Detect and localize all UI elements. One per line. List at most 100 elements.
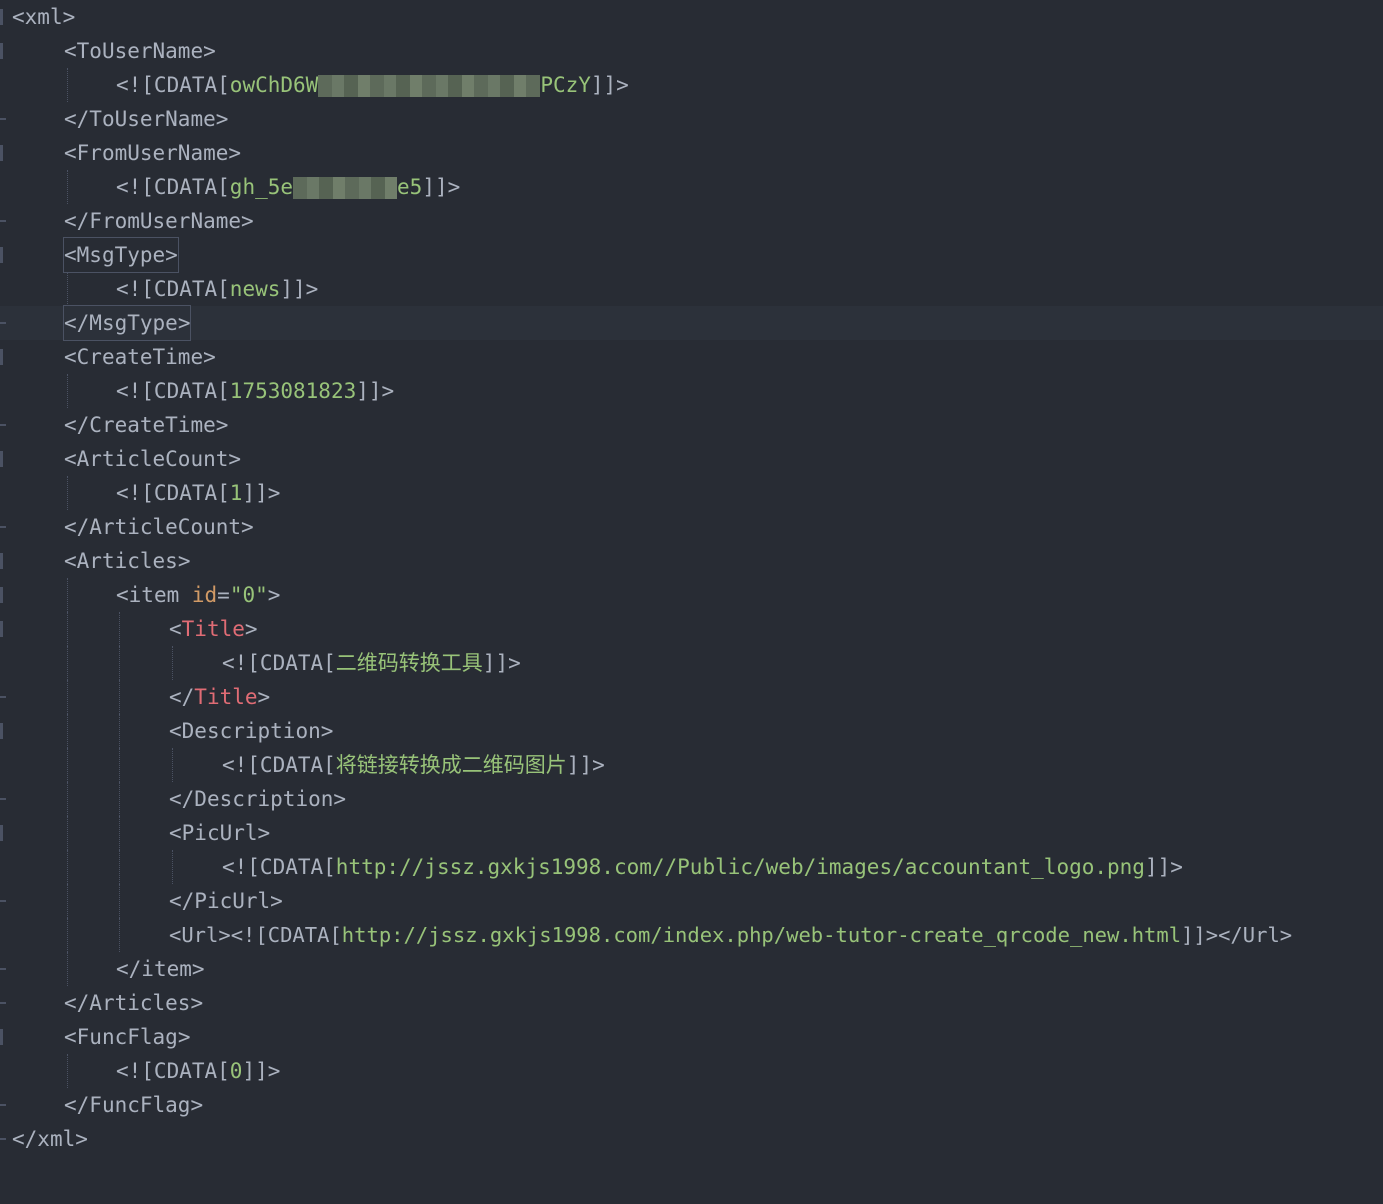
code-line[interactable]: </xml> [0,1122,1383,1156]
code-line[interactable]: <PicUrl> [0,816,1383,850]
code-editor[interactable]: <xml> <ToUserName> <![CDATA[owChD6W PCzY]… [0,0,1383,1204]
cdata-close: ]]> [1144,855,1183,879]
code-line[interactable]: <![CDATA[1]]> [0,476,1383,510]
code-line[interactable]: </PicUrl> [0,884,1383,918]
code-line[interactable]: <Articles> [0,544,1383,578]
code-line[interactable]: </Articles> [0,986,1383,1020]
tag-close-bracket: > [75,1127,88,1151]
tag-name: item [141,957,192,981]
cdata-value: gh_5e [229,175,294,199]
cdata-open: <![CDATA[ [222,651,336,675]
code-line[interactable]: </Description> [0,782,1383,816]
code-line[interactable]: </CreateTime> [0,408,1383,442]
fold-marker[interactable] [0,451,3,467]
tag-name: ToUserName [76,39,204,63]
code-line[interactable]: <![CDATA[0]]> [0,1054,1383,1088]
tag-open-bracket: </ [169,889,195,913]
redaction-mosaic [293,177,398,199]
fold-marker[interactable] [0,621,3,637]
tag-close-bracket: > [215,413,229,437]
code-line-current[interactable]: </MsgType> [0,305,1383,341]
cdata-close: ]]> [280,277,319,301]
tag-name: item [128,583,192,607]
fold-end-marker [0,900,6,902]
fold-marker[interactable] [0,723,3,739]
code-line[interactable]: <item id="0"> [0,578,1383,612]
code-line[interactable]: </ArticleCount> [0,510,1383,544]
code-line[interactable]: <Description> [0,714,1383,748]
tag-close-bracket: > [228,447,242,471]
code-line[interactable]: </Title> [0,680,1383,714]
code-line[interactable]: </ToUserName> [0,102,1383,136]
code-line[interactable]: <![CDATA[news]]> [0,272,1383,306]
tag-open-bracket: < [116,583,129,607]
indent-guide [67,68,68,102]
tag-open-bracket: </ [169,787,195,811]
cdata-close: ]]> [356,379,395,403]
fold-marker[interactable] [0,43,3,59]
code-line[interactable]: <FuncFlag> [0,1020,1383,1054]
code-line[interactable]: <CreateTime> [0,340,1383,374]
code-line[interactable]: </item> [0,952,1383,986]
indent-guide [67,680,68,714]
code-line[interactable]: <![CDATA[1753081823]]> [0,374,1383,408]
indent-guide [119,680,120,714]
tag-open-bracket: </ [64,1093,90,1117]
code-line[interactable]: <FromUserName> [0,136,1383,170]
tag-close-bracket: > [191,957,205,981]
tag-open-bracket: </ [64,311,90,335]
indent-guide [119,612,120,646]
tag-close-bracket: > [228,141,242,165]
tag-name: PicUrl [181,821,258,845]
code-line[interactable]: <xml> [0,0,1383,34]
code-line[interactable]: <Title> [0,612,1383,646]
fold-marker[interactable] [0,247,3,263]
fold-end-marker [0,1104,6,1106]
tag-open-bracket: < [64,549,77,573]
indent-guide [119,884,120,918]
tag-open-bracket: </ [64,107,90,131]
cdata-close: ]]> [590,73,629,97]
fold-marker[interactable] [0,825,3,841]
code-line[interactable]: <MsgType> [0,237,1383,273]
cdata-close: ]]> [566,753,605,777]
code-line[interactable]: </FromUserName> [0,204,1383,238]
tag-name: FromUserName [89,209,242,233]
tag-name: xml [37,1127,76,1151]
code-line[interactable]: <![CDATA[http://jssz.gxkjs1998.com//Publ… [0,850,1383,884]
fold-marker[interactable] [0,1029,3,1045]
code-line[interactable]: <![CDATA[owChD6W PCzY]]> [0,68,1383,102]
cdata-open: <Url><![CDATA[ [169,923,342,947]
code-line[interactable]: <ToUserName> [0,34,1383,68]
code-line[interactable]: </FuncFlag> [0,1088,1383,1122]
tag-name: FromUserName [76,141,229,165]
tag-name: Title [194,685,258,709]
tag-close-bracket: > [270,889,283,913]
tag-open-bracket: </ [116,957,142,981]
indent-guide [172,850,173,884]
fold-marker[interactable] [0,553,3,569]
indent-guide [119,714,120,748]
code-line[interactable]: <Url><![CDATA[http://jssz.gxkjs1998.com/… [0,918,1383,952]
code-line[interactable]: <![CDATA[将链接转换成二维码图片]]> [0,748,1383,782]
cdata-value: 1 [229,481,243,505]
fold-marker[interactable] [0,349,3,365]
code-line[interactable]: <ArticleCount> [0,442,1383,476]
indent-guide [119,850,120,884]
tag-open-bracket: < [169,821,182,845]
cdata-value: 1753081823 [229,379,357,403]
cdata-value: 二维码转换工具 [335,651,483,675]
fold-end-marker [0,798,6,800]
code-line[interactable]: <![CDATA[gh_5e e5]]> [0,170,1383,204]
tag-close-bracket: > [177,549,191,573]
fold-marker[interactable] [0,145,3,161]
code-line[interactable]: <![CDATA[二维码转换工具]]> [0,646,1383,680]
cdata-close: ]]> [242,481,281,505]
tag-open-bracket: < [64,1025,77,1049]
cdata-open: <![CDATA[ [116,379,230,403]
tag-close-bracket: > [62,5,76,29]
fold-marker[interactable] [0,587,3,603]
tag-name: CreateTime [89,413,216,437]
fold-marker[interactable] [0,9,3,25]
cdata-open: <![CDATA[ [116,277,230,301]
